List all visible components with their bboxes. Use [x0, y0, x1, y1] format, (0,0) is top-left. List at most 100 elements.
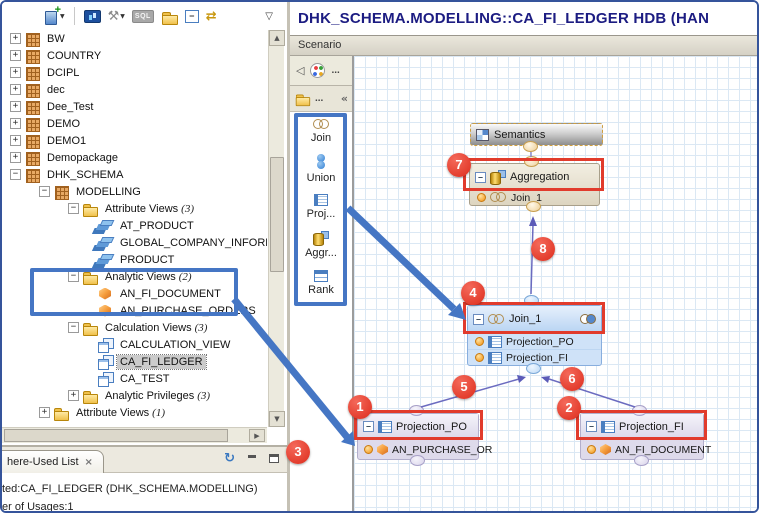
tree-item[interactable]: − DHK_SCHEMA: [2, 166, 267, 183]
maximize-icon[interactable]: [269, 454, 279, 463]
port-semantics-bottom[interactable]: [523, 141, 538, 152]
tree-item[interactable]: + Attribute Views(1): [2, 404, 267, 421]
horizontal-scroll-thumb[interactable]: [4, 429, 228, 442]
tree-item[interactable]: + dec: [2, 81, 267, 98]
tree-item-label: Dee_Test: [44, 100, 96, 114]
tree-item[interactable]: + DCIPL: [2, 64, 267, 81]
view-menu-icon[interactable]: ▽: [265, 11, 273, 22]
collapse-palette-icon[interactable]: ◁: [296, 64, 304, 77]
tree-item[interactable]: − Attribute Views(3): [2, 200, 267, 217]
tree-item[interactable]: CA_FI_LEDGER: [2, 353, 267, 370]
expand-toggle-icon[interactable]: +: [68, 390, 79, 401]
port-projection-po-bottom[interactable]: [410, 455, 425, 466]
open-folder-icon[interactable]: [161, 9, 178, 24]
expand-toggle-icon[interactable]: +: [10, 84, 21, 95]
expand-toggle-icon[interactable]: +: [39, 407, 50, 418]
palette-drawer-header[interactable]: ... «: [290, 86, 352, 112]
mapped-dot-icon: [477, 193, 486, 202]
collapse-all-icon[interactable]: −: [185, 10, 199, 23]
tree-item[interactable]: − MODELLING: [2, 183, 267, 200]
tree-item[interactable]: + Demopackage: [2, 149, 267, 166]
tree-item-icon: [82, 201, 98, 217]
tree-item[interactable]: CALCULATION_VIEW: [2, 336, 267, 353]
close-icon[interactable]: ×: [85, 457, 93, 468]
tree-item[interactable]: + Dee_Test: [2, 98, 267, 115]
tree-item[interactable]: AT_PRODUCT: [2, 217, 267, 234]
analytic-view-cube-icon: [600, 444, 611, 455]
expand-toggle-icon[interactable]: −: [10, 169, 21, 180]
tree-item[interactable]: − Calculation Views(3): [2, 319, 267, 336]
data-preview-icon[interactable]: [84, 10, 101, 23]
tree-item[interactable]: GLOBAL_COMPANY_INFORMAT: [2, 234, 267, 251]
minimize-icon[interactable]: [247, 454, 257, 463]
expand-toggle-icon[interactable]: −: [39, 186, 50, 197]
expand-toggle-icon[interactable]: +: [10, 67, 21, 78]
source-label: AN_PURCHASE_OR: [392, 444, 492, 456]
semantics-icon: [476, 129, 489, 141]
tree-item-icon: [24, 116, 40, 132]
tree-item-icon: [82, 388, 98, 404]
tab-where-used-list[interactable]: here-Used List ×: [0, 450, 104, 473]
port-projection-fi-bottom[interactable]: [634, 455, 649, 466]
sql-editor-icon[interactable]: SQL: [132, 10, 154, 23]
scroll-right-icon[interactable]: ▶: [249, 429, 265, 442]
tree-item-label: DHK_SCHEMA: [44, 168, 126, 182]
scroll-up-icon[interactable]: ▲: [269, 30, 285, 46]
expand-toggle-icon[interactable]: +: [10, 101, 21, 112]
port-join-bottom[interactable]: [526, 363, 541, 374]
new-package-button[interactable]: + ▼: [44, 8, 65, 24]
tree-item-icon: [24, 133, 40, 149]
tree-item-icon: [97, 337, 113, 353]
annotation-rect-join: [463, 302, 605, 334]
tree-item[interactable]: + Analytic Privileges(3): [2, 387, 267, 404]
refresh-icon[interactable]: ↻: [224, 451, 235, 466]
switch-view-icon[interactable]: ⇄: [206, 9, 217, 24]
tree-horizontal-scrollbar[interactable]: ▶: [2, 427, 267, 443]
expand-toggle-icon[interactable]: +: [10, 50, 21, 61]
usages-count-text: er of Usages:1: [2, 501, 74, 513]
expand-toggle-icon[interactable]: −: [68, 203, 79, 214]
tree-item-label: MODELLING: [73, 185, 144, 199]
expand-toggle-icon[interactable]: +: [10, 33, 21, 44]
panel-toolbar: ↻: [224, 451, 279, 466]
annotation-badge-3: 3: [286, 440, 310, 464]
annotation-box-palette: [294, 113, 347, 306]
join-source-row[interactable]: Projection_PO: [468, 333, 601, 349]
tree-item-icon: [53, 405, 69, 421]
tree-item-label: PRODUCT: [117, 253, 177, 267]
new-package-icon: +: [44, 8, 59, 24]
tree-item[interactable]: + DEMO: [2, 115, 267, 132]
vertical-scroll-thumb[interactable]: [270, 157, 284, 272]
expand-toggle-icon[interactable]: +: [10, 152, 21, 163]
expand-toggle-icon[interactable]: +: [10, 135, 21, 146]
navigator-toolbar: + ▼ ⚒ ▼ SQL − ⇄ ▽: [2, 2, 287, 30]
mapped-dot-icon: [587, 445, 596, 454]
tree-item[interactable]: + BW: [2, 30, 267, 47]
expand-toggle-icon[interactable]: −: [68, 322, 79, 333]
tree-item[interactable]: + COUNTRY: [2, 47, 267, 64]
tree-item-label: Analytic Privileges(3): [102, 389, 213, 403]
tree-item-icon: [97, 235, 113, 251]
tree-item-icon: [97, 252, 113, 268]
chevron-down-icon[interactable]: ▼: [120, 13, 125, 20]
tree-item[interactable]: + DEMO1: [2, 132, 267, 149]
pin-palette-icon[interactable]: «: [341, 92, 348, 105]
scroll-down-icon[interactable]: ▼: [269, 411, 285, 427]
tree-item-label: DCIPL: [44, 66, 82, 80]
tree-item[interactable]: CA_TEST: [2, 370, 267, 387]
tree-vertical-scrollbar[interactable]: ▲ ▼: [268, 30, 284, 427]
overflow-icon[interactable]: ...: [331, 65, 339, 76]
tree-item[interactable]: PRODUCT: [2, 251, 267, 268]
expand-toggle-icon[interactable]: +: [10, 118, 21, 129]
source-label: Projection_FI: [506, 352, 568, 364]
tools-button[interactable]: ⚒ ▼: [108, 9, 125, 24]
tree-item-icon: [97, 371, 113, 387]
annotation-box-analytic-views: [30, 268, 238, 316]
annotation-rect-aggregation: [463, 158, 604, 191]
tree-item-icon: [24, 82, 40, 98]
palette-icon[interactable]: [310, 63, 325, 78]
tree-item-icon: [82, 320, 98, 336]
tree-item-label: Attribute Views(3): [102, 202, 197, 216]
port-aggregation-bottom[interactable]: [526, 201, 541, 212]
drawer-overflow-icon: ...: [315, 93, 323, 104]
